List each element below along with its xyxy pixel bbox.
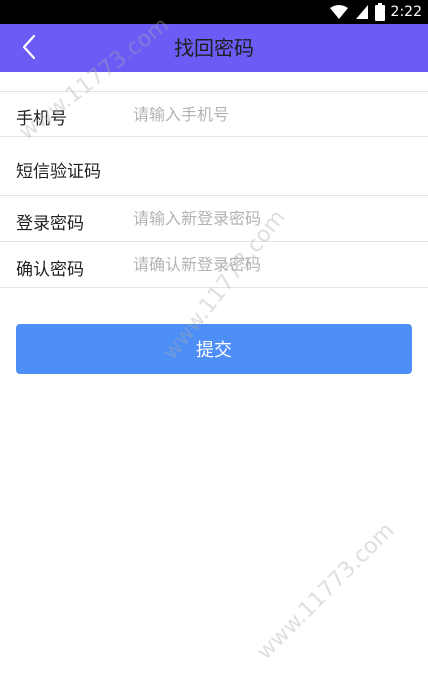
new-password-label: 登录密码 [16, 214, 84, 234]
signal-icon [355, 4, 369, 20]
battery-icon [374, 3, 385, 21]
confirm-password-input[interactable] [133, 253, 403, 275]
app-bar: 找回密码 [0, 24, 428, 72]
status-time: 2:22 [390, 4, 422, 20]
watermark: www.11773.com [252, 517, 400, 665]
divider [0, 287, 428, 288]
submit-button[interactable]: 提交 [16, 324, 412, 374]
divider [0, 195, 428, 196]
phone-label: 手机号 [16, 109, 67, 129]
phone-input[interactable] [133, 103, 403, 125]
confirm-password-label: 确认密码 [16, 260, 84, 280]
divider [0, 91, 428, 92]
divider [0, 241, 428, 242]
page-title: 找回密码 [174, 36, 254, 60]
status-icons: 2:22 [329, 0, 422, 24]
new-password-input[interactable] [133, 207, 403, 229]
sms-code-input[interactable] [133, 156, 403, 178]
sms-code-label: 短信验证码 [16, 162, 101, 182]
status-bar: 2:22 [0, 0, 428, 24]
divider [0, 136, 428, 137]
wifi-icon [329, 4, 349, 20]
